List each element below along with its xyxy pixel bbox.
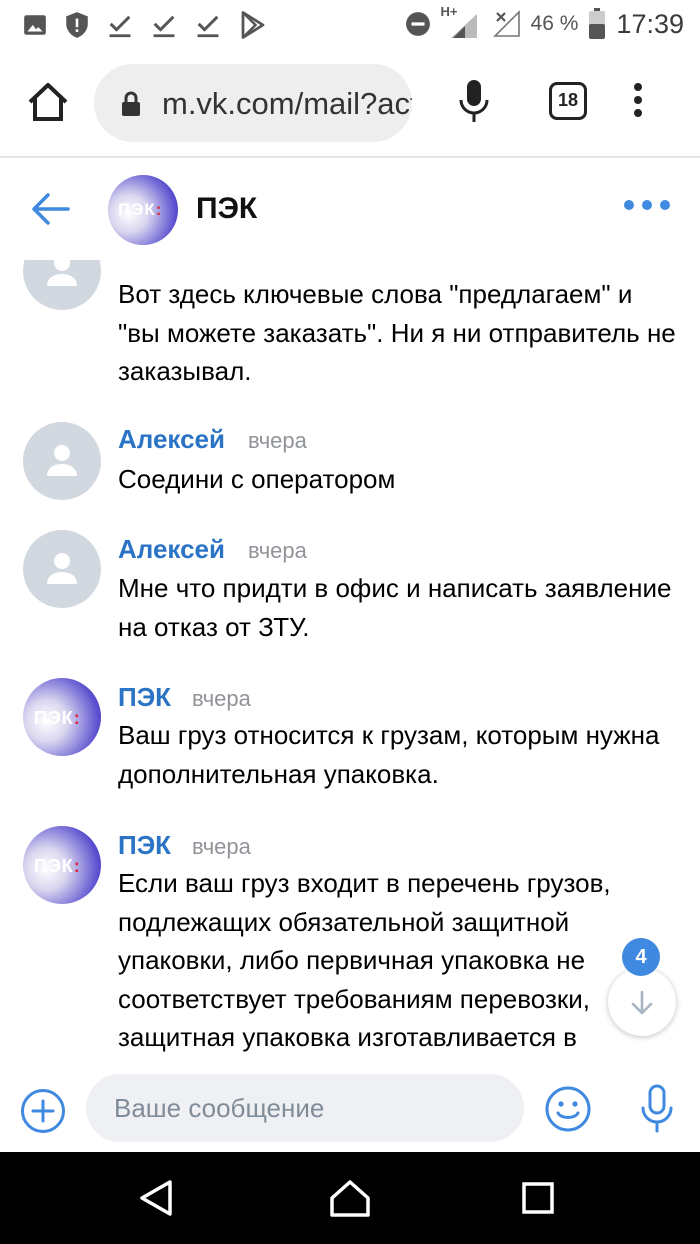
message-text: Мне что придти в офис и написать заявлен…: [118, 573, 672, 642]
pek-logo: ПЭК:: [34, 708, 81, 728]
battery-icon: [589, 8, 606, 39]
overflow-menu-icon[interactable]: [633, 82, 643, 118]
toolbar-divider: [0, 156, 700, 158]
nav-home-icon[interactable]: [328, 1178, 372, 1218]
tab-switcher-button[interactable]: 18: [549, 82, 587, 120]
pek-logo: ПЭК:: [118, 200, 163, 219]
scroll-to-bottom-button[interactable]: [608, 968, 676, 1036]
microphone-icon[interactable]: [458, 78, 490, 124]
unread-count-badge: 4: [622, 938, 660, 976]
address-bar[interactable]: m.vk.com/mail?act=show: [94, 64, 412, 142]
more-options-icon[interactable]: [624, 200, 670, 210]
user-icon: [47, 553, 77, 584]
download-done-icon: [109, 15, 131, 38]
add-attachment-icon[interactable]: [20, 1088, 66, 1134]
message-text: Вот здесь ключевые слова "предлагаем" и …: [118, 279, 676, 386]
sender-name[interactable]: Алексей: [118, 534, 225, 565]
lock-icon: [122, 91, 140, 116]
system-navigation-bar: [0, 1152, 700, 1244]
message-list[interactable]: Вот здесь ключевые слова "предлагаем" и …: [0, 260, 700, 1070]
sender-name[interactable]: ПЭК: [118, 830, 171, 861]
download-done-icon: [153, 15, 175, 38]
nav-back-icon[interactable]: [136, 1178, 176, 1218]
status-bar: H+ 46 % 17:39: [0, 0, 700, 48]
back-arrow-icon[interactable]: [30, 192, 70, 226]
pek-avatar[interactable]: ПЭК:: [23, 826, 101, 904]
browser-toolbar: m.vk.com/mail?act=show 18: [0, 56, 700, 148]
home-icon[interactable]: [24, 78, 72, 126]
sender-name[interactable]: ПЭК: [118, 682, 171, 713]
shield-icon: [66, 12, 88, 38]
chat-avatar[interactable]: ПЭК:: [108, 175, 178, 245]
chat-title[interactable]: ПЭК: [196, 192, 257, 226]
message-composer: [0, 1070, 700, 1152]
user-icon: [47, 260, 77, 286]
message-input[interactable]: [86, 1074, 524, 1142]
user-icon: [47, 445, 77, 476]
battery-percent: 46 %: [530, 12, 579, 35]
clock: 17:39: [616, 8, 684, 39]
message-text: Если ваш груз входит в перечень грузов, …: [118, 868, 611, 1052]
chat-header: ПЭК: ПЭК: [0, 160, 700, 260]
message-time: вчера: [248, 428, 307, 453]
user-avatar[interactable]: [23, 422, 101, 500]
message-text: Ваш груз относится к грузам, которым нуж…: [118, 720, 660, 789]
pek-logo: ПЭК:: [34, 856, 81, 876]
play-store-icon: [241, 11, 265, 39]
message-text: Соедини с оператором: [118, 464, 396, 494]
pek-avatar[interactable]: ПЭК:: [23, 678, 101, 756]
image-icon: [24, 15, 46, 35]
signal-icon: H+: [441, 4, 481, 40]
message-time: вчера: [248, 538, 307, 563]
message-time: вчера: [192, 686, 251, 711]
sender-name[interactable]: Алексей: [118, 424, 225, 455]
message-time: вчера: [192, 834, 251, 859]
user-avatar[interactable]: [23, 530, 101, 608]
arrow-down-icon: [631, 990, 653, 1015]
nav-recent-apps-icon[interactable]: [522, 1182, 554, 1214]
download-done-icon: [197, 15, 219, 38]
no-signal-icon: [492, 10, 520, 37]
url-text: m.vk.com/mail?act=show: [162, 86, 412, 121]
dnd-icon: [405, 12, 430, 36]
user-avatar[interactable]: [23, 260, 101, 310]
voice-message-icon[interactable]: [640, 1084, 674, 1134]
emoji-icon[interactable]: [544, 1085, 592, 1133]
